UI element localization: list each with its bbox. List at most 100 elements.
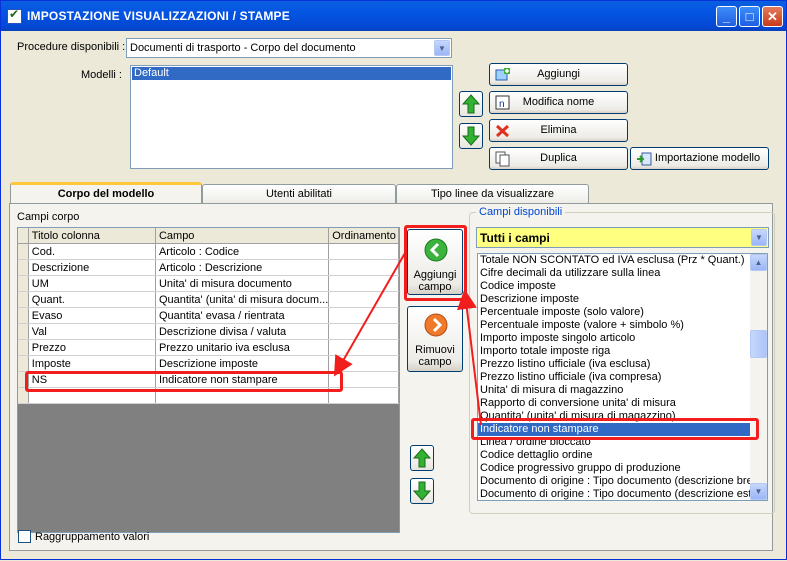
grid-move-up-button[interactable] bbox=[410, 445, 434, 471]
raggruppamento-checkbox[interactable] bbox=[18, 530, 31, 543]
scroll-down-icon[interactable]: ▼ bbox=[750, 483, 767, 500]
close-button[interactable]: ✕ bbox=[762, 6, 783, 27]
col-campo[interactable]: Campo bbox=[155, 228, 330, 244]
aggiungi-button[interactable]: Aggiungi bbox=[489, 63, 628, 86]
cell-titolo[interactable]: UM bbox=[28, 275, 156, 292]
cell-ordinamento[interactable] bbox=[328, 291, 399, 308]
title-bar[interactable]: IMPOSTAZIONE VISUALIZZAZIONI / STAMPE _ … bbox=[1, 1, 786, 31]
cell-titolo[interactable]: Quant. bbox=[28, 291, 156, 308]
cell-ordinamento[interactable] bbox=[328, 275, 399, 292]
tab-tipo-linee[interactable]: Tipo linee da visualizzare bbox=[396, 184, 589, 204]
list-item[interactable]: Prezzo listino ufficiale (iva esclusa) bbox=[478, 358, 751, 371]
chevron-down-icon[interactable]: ▼ bbox=[751, 229, 767, 246]
cell-campo[interactable]: Prezzo unitario iva esclusa bbox=[155, 339, 330, 356]
move-down-button[interactable] bbox=[459, 123, 483, 149]
arrow-down-icon bbox=[412, 481, 432, 501]
main-window: IMPOSTAZIONE VISUALIZZAZIONI / STAMPE _ … bbox=[0, 0, 787, 560]
arrow-up-icon bbox=[461, 94, 481, 114]
cell-campo[interactable]: Quantita' (unita' di misura docum... bbox=[155, 291, 330, 308]
highlight-aggiungi-campo bbox=[404, 225, 467, 301]
row-indicator bbox=[18, 243, 29, 260]
raggruppamento-label: Raggruppamento valori bbox=[35, 531, 150, 543]
modelli-list[interactable]: Default bbox=[130, 65, 453, 169]
cell-titolo[interactable]: Val bbox=[28, 323, 156, 340]
table-row[interactable]: UM Unita' di misura documento bbox=[18, 275, 399, 292]
campi-corpo-label: Campi corpo bbox=[17, 211, 80, 223]
table-row[interactable]: Evaso Quantita' evasa / rientrata bbox=[18, 307, 399, 324]
procedure-label: Procedure disponibili : bbox=[17, 41, 126, 53]
list-item[interactable]: Codice progressivo gruppo di produzione bbox=[478, 462, 751, 475]
minimize-button[interactable]: _ bbox=[716, 6, 737, 27]
importazione-modello-button[interactable]: Importazione modello bbox=[630, 147, 769, 170]
window-title: IMPOSTAZIONE VISUALIZZAZIONI / STAMPE bbox=[27, 9, 290, 23]
cell-ordinamento[interactable] bbox=[328, 355, 399, 372]
cell-ordinamento[interactable] bbox=[328, 259, 399, 276]
list-item[interactable]: Prezzo listino ufficiale (iva compresa) bbox=[478, 371, 751, 384]
maximize-button[interactable]: □ bbox=[739, 6, 760, 27]
cell-titolo[interactable]: Imposte bbox=[28, 355, 156, 372]
table-row[interactable]: Prezzo Prezzo unitario iva esclusa bbox=[18, 339, 399, 356]
modifica-nome-button[interactable]: n Modifica nome bbox=[489, 91, 628, 114]
fields-scrollbar[interactable]: ▲ ▼ bbox=[750, 254, 767, 500]
elimina-button[interactable]: Elimina bbox=[489, 119, 628, 142]
cell-ordinamento[interactable] bbox=[328, 307, 399, 324]
rimuovi-campo-button[interactable]: Rimuovi campo bbox=[407, 306, 463, 372]
table-row[interactable]: Cod. Articolo : Codice bbox=[18, 243, 399, 260]
list-item[interactable]: Codice dettaglio ordine bbox=[478, 449, 751, 462]
tab-utenti-abilitati[interactable]: Utenti abilitati bbox=[202, 184, 396, 204]
cell-campo[interactable]: Descrizione divisa / valuta bbox=[155, 323, 330, 340]
campi-disponibili-list[interactable]: Totale NON SCONTATO ed IVA esclusa (Prz … bbox=[477, 253, 768, 501]
procedure-select[interactable]: Documenti di trasporto - Corpo del docum… bbox=[126, 38, 452, 58]
list-item[interactable]: Importo totale imposte riga bbox=[478, 345, 751, 358]
list-item[interactable]: Totale NON SCONTATO ed IVA esclusa (Prz … bbox=[478, 254, 751, 267]
list-item[interactable]: Percentuale imposte (solo valore) bbox=[478, 306, 751, 319]
arrow-up-icon bbox=[412, 448, 432, 468]
table-row[interactable]: Quant. Quantita' (unita' di misura docum.… bbox=[18, 291, 399, 308]
list-item[interactable]: Descrizione imposte bbox=[478, 293, 751, 306]
cell-ordinamento[interactable] bbox=[328, 339, 399, 356]
list-item[interactable]: Importo imposte singolo articolo bbox=[478, 332, 751, 345]
modifica-nome-label: Modifica nome bbox=[522, 96, 595, 108]
grid-move-down-button[interactable] bbox=[410, 478, 434, 504]
duplica-label: Duplica bbox=[540, 152, 577, 164]
table-row[interactable]: Imposte Descrizione imposte bbox=[18, 355, 399, 372]
row-indicator bbox=[18, 307, 29, 324]
cell-ordinamento[interactable] bbox=[328, 323, 399, 340]
cell-titolo[interactable]: Evaso bbox=[28, 307, 156, 324]
row-indicator bbox=[18, 259, 29, 276]
chevron-down-icon[interactable]: ▼ bbox=[434, 40, 450, 56]
modelli-item-default[interactable]: Default bbox=[132, 67, 451, 80]
table-row[interactable]: Descrizione Articolo : Descrizione bbox=[18, 259, 399, 276]
cell-titolo[interactable]: Cod. bbox=[28, 243, 156, 260]
elimina-label: Elimina bbox=[540, 124, 577, 136]
arrow-right-icon bbox=[424, 313, 448, 337]
cell-campo[interactable]: Articolo : Descrizione bbox=[155, 259, 330, 276]
list-item[interactable]: Documento di origine : Tipo documento (d… bbox=[478, 488, 751, 500]
cell-campo[interactable]: Unita' di misura documento bbox=[155, 275, 330, 292]
move-up-button[interactable] bbox=[459, 91, 483, 117]
list-item[interactable]: Cifre decimali da utilizzare sulla linea bbox=[478, 267, 751, 280]
col-titolo[interactable]: Titolo colonna bbox=[28, 228, 156, 244]
tab-corpo-del-modello[interactable]: Corpo del modello bbox=[10, 182, 202, 205]
list-item[interactable]: Codice imposte bbox=[478, 280, 751, 293]
row-indicator bbox=[18, 355, 29, 372]
col-ordinamento[interactable]: Ordinamento bbox=[328, 228, 399, 244]
list-item[interactable]: Percentuale imposte (valore + simbolo %) bbox=[478, 319, 751, 332]
list-item[interactable]: Documento di origine : Tipo documento (d… bbox=[478, 475, 751, 488]
list-item[interactable]: Rapporto di conversione unita' di misura bbox=[478, 397, 751, 410]
cell-titolo[interactable]: Descrizione bbox=[28, 259, 156, 276]
campi-disponibili-label: Campi disponibili bbox=[476, 206, 566, 218]
rimuovi-campo-line2: campo bbox=[418, 356, 452, 368]
cell-titolo[interactable]: Prezzo bbox=[28, 339, 156, 356]
cell-campo[interactable]: Descrizione imposte bbox=[155, 355, 330, 372]
scroll-up-icon[interactable]: ▲ bbox=[750, 254, 767, 271]
row-indicator bbox=[18, 323, 29, 340]
cell-ordinamento[interactable] bbox=[328, 243, 399, 260]
list-item[interactable]: Unita' di misura di magazzino bbox=[478, 384, 751, 397]
filter-select[interactable]: Tutti i campi ▼ bbox=[476, 227, 769, 248]
cell-campo[interactable]: Quantita' evasa / rientrata bbox=[155, 307, 330, 324]
cell-campo[interactable]: Articolo : Codice bbox=[155, 243, 330, 260]
table-row[interactable]: Val Descrizione divisa / valuta bbox=[18, 323, 399, 340]
scroll-thumb[interactable] bbox=[750, 330, 767, 358]
duplica-button[interactable]: Duplica bbox=[489, 147, 628, 170]
